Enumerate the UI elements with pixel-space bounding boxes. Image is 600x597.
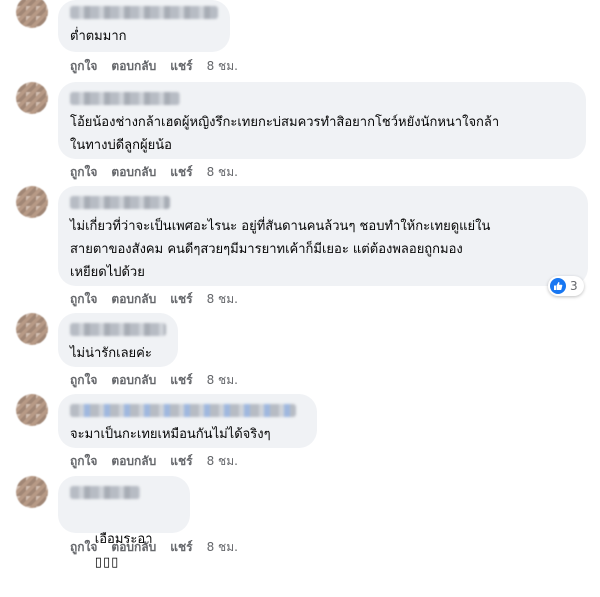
comment-bubble: โอ้ยน้องช่างกล้าเฮดผู้หญิงรึกะเทยกะบ่สมค…	[58, 82, 586, 159]
comment-bubble: ไม่เกี่ยวที่ว่าจะเป็นเพศอะไรนะ อยู่ที่สั…	[58, 186, 588, 286]
comment-actions: ถูกใจ ตอบกลับ แชร์ 8 ชม.	[70, 290, 238, 309]
timestamp[interactable]: 8 ชม.	[207, 371, 238, 390]
comment-bubble: จะมาเป็นกะเทยเหมือนกันไม่ได้จริงๆ	[58, 394, 317, 448]
avatar[interactable]	[16, 476, 48, 508]
reply-button[interactable]: ตอบกลับ	[111, 57, 156, 76]
avatar[interactable]	[16, 313, 48, 345]
avatar[interactable]	[16, 0, 48, 28]
share-button[interactable]: แชร์	[170, 452, 192, 471]
comment-actions: ถูกใจ ตอบกลับ แชร์ 8 ชม.	[70, 163, 238, 182]
comment-bubble: เอือมระอา ▯▯▯	[58, 476, 190, 570]
timestamp[interactable]: 8 ชม.	[207, 452, 238, 471]
commenter-name-blurred[interactable]	[70, 404, 296, 417]
like-button[interactable]: ถูกใจ	[70, 57, 97, 76]
like-button[interactable]: ถูกใจ	[70, 371, 97, 390]
commenter-name-blurred[interactable]	[70, 486, 140, 499]
avatar[interactable]	[16, 82, 48, 114]
share-button[interactable]: แชร์	[170, 163, 192, 182]
commenter-name-blurred[interactable]	[70, 92, 180, 105]
reply-button[interactable]: ตอบกลับ	[111, 290, 156, 309]
comment-text: โอ้ยน้องช่างกล้าเฮดผู้หญิงรึกะเทยกะบ่สมค…	[70, 115, 500, 153]
share-button[interactable]: แชร์	[170, 57, 192, 76]
share-button[interactable]: แชร์	[170, 371, 192, 390]
reply-button[interactable]: ตอบกลับ	[111, 371, 156, 390]
reply-button[interactable]: ตอบกลับ	[111, 163, 156, 182]
share-button[interactable]: แชร์	[170, 290, 192, 309]
like-button[interactable]: ถูกใจ	[70, 163, 97, 182]
like-icon	[550, 278, 566, 294]
commenter-name-blurred[interactable]	[70, 6, 218, 19]
commenter-name-blurred[interactable]	[70, 196, 170, 209]
like-button[interactable]: ถูกใจ	[70, 452, 97, 471]
like-button[interactable]: ถูกใจ	[70, 290, 97, 309]
commenter-name-blurred[interactable]	[70, 323, 166, 336]
emoji-placeholder: ▯▯▯	[94, 555, 120, 570]
reply-button[interactable]: ตอบกลับ	[111, 538, 156, 557]
reaction-count: 3	[570, 279, 578, 293]
comment-text: ไม่เกี่ยวที่ว่าจะเป็นเพศอะไรนะ อยู่ที่สั…	[70, 219, 491, 280]
comment-actions: ถูกใจ ตอบกลับ แชร์ 8 ชม.	[70, 371, 238, 390]
like-button[interactable]: ถูกใจ	[70, 538, 97, 557]
reaction-summary[interactable]: 3	[548, 276, 584, 296]
comment-actions: ถูกใจ ตอบกลับ แชร์ 8 ชม.	[70, 452, 238, 471]
timestamp[interactable]: 8 ชม.	[207, 57, 238, 76]
avatar[interactable]	[16, 394, 48, 426]
share-button[interactable]: แชร์	[170, 538, 192, 557]
comment-text: ต่ำตมมาก	[70, 29, 127, 44]
avatar[interactable]	[16, 186, 48, 218]
comment-actions: ถูกใจ ตอบกลับ แชร์ 8 ชม.	[70, 538, 238, 557]
timestamp[interactable]: 8 ชม.	[207, 290, 238, 309]
timestamp[interactable]: 8 ชม.	[207, 163, 238, 182]
timestamp[interactable]: 8 ชม.	[207, 538, 238, 557]
comment-text: จะมาเป็นกะเทยเหมือนกันไม่ได้จริงๆ	[70, 427, 271, 442]
reply-button[interactable]: ตอบกลับ	[111, 452, 156, 471]
comment-actions: ถูกใจ ตอบกลับ แชร์ 8 ชม.	[70, 57, 238, 76]
comment-bubble: ไม่น่ารักเลยค่ะ	[58, 313, 178, 367]
comment-text: ไม่น่ารักเลยค่ะ	[70, 346, 152, 361]
comment-bubble: ต่ำตมมาก	[58, 0, 230, 52]
